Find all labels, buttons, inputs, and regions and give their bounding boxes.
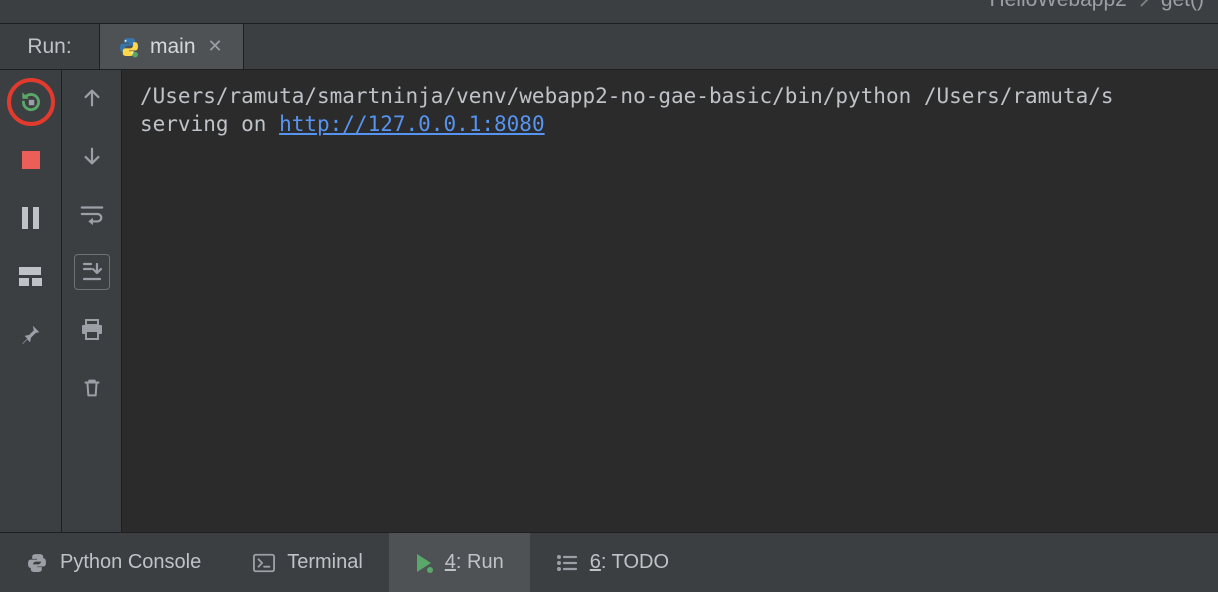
pin-button[interactable] [13, 316, 49, 352]
tab-label: Terminal [287, 551, 363, 574]
stop-icon [22, 151, 40, 169]
stop-button[interactable] [13, 142, 49, 178]
run-tool-header: Run: main ✕ [0, 24, 1218, 70]
pause-icon [22, 207, 39, 229]
clear-all-button[interactable] [74, 370, 110, 406]
arrow-down-icon [81, 144, 103, 168]
scroll-to-end-icon [80, 261, 104, 283]
layout-button[interactable] [13, 258, 49, 294]
tab-label: 6: TODO [590, 551, 669, 574]
highlight-ring [7, 78, 55, 126]
up-button[interactable] [74, 80, 110, 116]
terminal-icon [253, 553, 275, 573]
play-icon [415, 553, 433, 573]
breadcrumb[interactable]: HelloWebapp2 get() [989, 0, 1218, 12]
list-icon [556, 554, 578, 572]
close-icon[interactable]: ✕ [206, 36, 225, 57]
tab-label: 4: Run [445, 551, 504, 574]
layout-icon [19, 267, 42, 286]
pin-icon [20, 323, 42, 345]
run-tool-title: Run: [0, 24, 100, 69]
run-tab-label: main [150, 35, 196, 59]
console-output[interactable]: /Users/ramuta/smartninja/venv/webapp2-no… [122, 70, 1218, 532]
tab-todo[interactable]: 6: TODO [530, 533, 695, 592]
breadcrumb-class[interactable]: HelloWebapp2 [989, 0, 1126, 12]
console-link[interactable]: http://127.0.0.1:8080 [279, 112, 545, 136]
chevron-right-icon [1139, 0, 1149, 7]
console-actions-toolbar [62, 70, 122, 532]
scroll-to-end-button[interactable] [74, 254, 110, 290]
soft-wrap-button[interactable] [74, 196, 110, 232]
bottom-tool-tabs: Python Console Terminal 4: Run 6: T [0, 532, 1218, 592]
print-button[interactable] [74, 312, 110, 348]
tab-run[interactable]: 4: Run [389, 533, 530, 592]
tab-python-console[interactable]: Python Console [0, 533, 227, 592]
breadcrumb-method[interactable]: get() [1161, 0, 1204, 12]
rerun-button[interactable] [7, 78, 55, 126]
pause-button[interactable] [13, 200, 49, 236]
breadcrumb-bar: HelloWebapp2 get() [0, 0, 1218, 24]
tab-terminal[interactable]: Terminal [227, 533, 389, 592]
console-line: /Users/ramuta/smartninja/venv/webapp2-no… [140, 82, 1200, 110]
python-file-icon [118, 36, 140, 58]
print-icon [80, 319, 104, 341]
trash-icon [81, 376, 103, 400]
soft-wrap-icon [79, 203, 105, 225]
console-text: serving on [140, 112, 279, 136]
run-actions-toolbar [0, 70, 62, 532]
run-tab-main[interactable]: main ✕ [100, 24, 244, 69]
python-icon [26, 552, 48, 574]
tab-label: Python Console [60, 551, 201, 574]
console-line: serving on http://127.0.0.1:8080 [140, 110, 1200, 138]
arrow-up-icon [81, 86, 103, 110]
down-button[interactable] [74, 138, 110, 174]
